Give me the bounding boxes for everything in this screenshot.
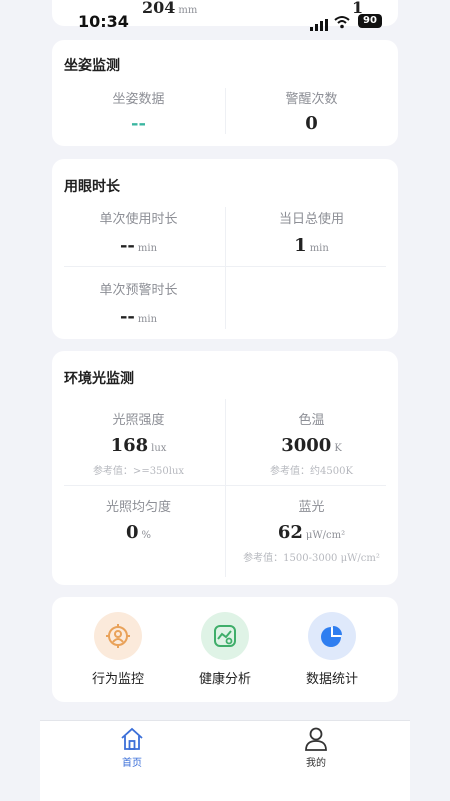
- single-alert-duration-value: -- min: [119, 306, 158, 327]
- single-use-duration-label: 单次使用时长: [99, 212, 178, 227]
- battery-indicator: 90: [358, 14, 382, 28]
- battery-level: 90: [363, 15, 377, 26]
- behavior-monitor-icon: [94, 612, 142, 660]
- data-statistics-icon: [308, 612, 356, 660]
- light-intensity-label: 光照强度: [112, 413, 165, 428]
- blue-light-reference: 参考值：1500-3000 μW/cm²: [243, 553, 380, 564]
- divider: [64, 266, 386, 267]
- daily-total-use-cell[interactable]: 当日总使用 1 min: [225, 208, 398, 256]
- tab-profile[interactable]: 我的: [286, 727, 346, 769]
- light-uniformity-cell[interactable]: 光照均匀度 0%: [52, 496, 225, 543]
- ambient-light-card: 环境光监测 光照强度 168 lux 参考值：>=350lux 色温 3000 K …: [52, 351, 398, 585]
- color-temperature-cell[interactable]: 色温 3000 K 参考值：约4500K: [225, 409, 398, 477]
- tab-profile-label: 我的: [306, 758, 326, 769]
- status-time: 10:34: [78, 12, 129, 31]
- signal-icon: [310, 16, 328, 35]
- light-intensity-cell[interactable]: 光照强度 168 lux 参考值：>=350lux: [52, 409, 225, 477]
- light-intensity-value: 168 lux: [110, 435, 167, 456]
- alert-count-cell[interactable]: 警醒次数 0: [225, 88, 398, 134]
- posture-data-cell[interactable]: 坐姿数据 --: [52, 88, 225, 134]
- color-temperature-value: 3000 K: [281, 435, 342, 456]
- eye-use-card: 用眼时长 单次使用时长 -- min 当日总使用 1 min 单次预警时长 -- mi…: [52, 159, 398, 339]
- tab-home[interactable]: 首页: [102, 727, 162, 769]
- profile-icon: [286, 727, 346, 754]
- blue-light-label: 蓝光: [298, 500, 325, 515]
- eye-use-title: 用眼时长: [64, 179, 120, 195]
- health-analysis-button[interactable]: 健康分析: [185, 612, 265, 687]
- single-alert-duration-label: 单次预警时长: [99, 283, 178, 298]
- color-temperature-label: 色温: [298, 413, 325, 428]
- home-icon: [102, 727, 162, 754]
- tab-home-label: 首页: [122, 758, 142, 769]
- tab-bar: 首页 我的: [40, 720, 410, 801]
- single-use-duration-cell[interactable]: 单次使用时长 -- min: [52, 208, 225, 256]
- health-analysis-icon: [201, 612, 249, 660]
- posture-data-value: --: [131, 113, 146, 134]
- single-alert-duration-cell[interactable]: 单次预警时长 -- min: [52, 279, 225, 327]
- divider: [64, 485, 386, 486]
- health-analysis-label: 健康分析: [198, 672, 251, 687]
- wifi-icon: [334, 14, 350, 33]
- data-statistics-label: 数据统计: [305, 672, 358, 687]
- posture-card: 坐姿监测 坐姿数据 -- 警醒次数 0: [52, 40, 398, 146]
- posture-data-label: 坐姿数据: [112, 92, 165, 107]
- behavior-monitor-button[interactable]: 行为监控: [78, 612, 158, 687]
- alert-count-label: 警醒次数: [285, 92, 338, 107]
- blue-light-cell[interactable]: 蓝光 62 μW/cm² 参考值：1500-3000 μW/cm²: [225, 496, 398, 564]
- posture-title: 坐姿监测: [64, 58, 120, 74]
- data-statistics-button[interactable]: 数据统计: [292, 612, 372, 687]
- daily-total-use-label: 当日总使用: [278, 212, 344, 227]
- color-temperature-reference: 参考值：约4500K: [270, 466, 353, 477]
- light-uniformity-value: 0%: [125, 522, 152, 543]
- behavior-monitor-label: 行为监控: [91, 672, 144, 687]
- daily-total-use-value: 1 min: [294, 235, 329, 256]
- blue-light-value: 62 μW/cm²: [277, 522, 346, 543]
- single-use-duration-value: -- min: [119, 235, 158, 256]
- light-intensity-reference: 参考值：>=350lux: [92, 466, 185, 477]
- status-bar: 10:34 90: [52, 8, 398, 38]
- alert-count-value: 0: [305, 113, 318, 134]
- ambient-light-title: 环境光监测: [64, 371, 134, 387]
- light-uniformity-label: 光照均匀度: [105, 500, 171, 515]
